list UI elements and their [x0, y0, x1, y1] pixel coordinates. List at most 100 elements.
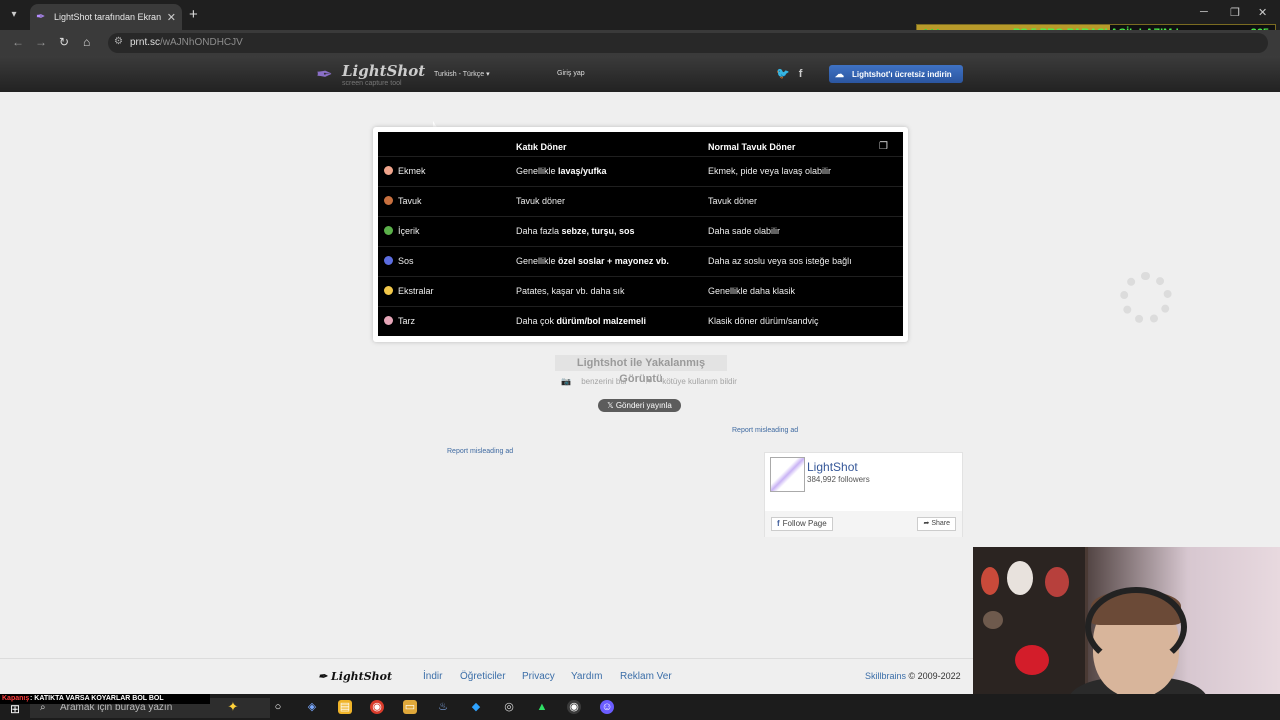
report-abuse-link[interactable]: ⚑ kötüye kullanım bildir [645, 377, 745, 386]
site-header: ✒ LightShot screen capture tool Turkish … [0, 56, 1280, 92]
skillbrains-link[interactable]: Skillbrains [865, 671, 906, 681]
row-emoji-icon [384, 166, 393, 175]
address-bar-row: ← → ↻ ⌂ ⚙ prnt.sc/wAJNhONDHCJV [0, 30, 1280, 56]
home-icon[interactable]: ⌂ [83, 35, 90, 49]
back-icon[interactable]: ← [12, 35, 24, 49]
sparkle-icon: ✦ [227, 699, 239, 714]
footer-link-download[interactable]: İndir [423, 671, 442, 682]
logo-tagline: screen capture tool [342, 80, 402, 87]
report-ad-link[interactable]: Report misleading ad [447, 448, 513, 455]
row-label: Tarz [384, 316, 415, 326]
follow-page-button[interactable]: f Follow Page [771, 517, 833, 531]
row-label-text: Ekstralar [398, 286, 434, 296]
minimize-icon[interactable]: ─ [1200, 6, 1208, 18]
tab-close-icon[interactable]: ✕ [167, 11, 176, 24]
report-ad-link[interactable]: Report misleading ad [732, 427, 798, 434]
ticker-label: Kapanış [2, 695, 30, 702]
footer-link-help[interactable]: Yardım [571, 671, 603, 682]
comparison-table: Katık Döner Normal Tavuk Döner ❐ Ekmek Ge… [378, 132, 903, 336]
nvidia-icon[interactable]: ▲ [535, 700, 549, 714]
forward-icon[interactable]: → [35, 35, 47, 49]
row-emoji-icon [384, 226, 393, 235]
steam-icon[interactable]: ♨ [436, 700, 450, 714]
file-explorer-icon[interactable]: ▤ [338, 700, 352, 714]
login-link[interactable]: Giriş yap [557, 70, 585, 77]
footer-logo[interactable]: ✒ LightShot [318, 670, 392, 683]
find-similar-link[interactable]: 📷 benzerini bul [561, 377, 635, 386]
red-ball-toy [1015, 645, 1049, 675]
copyright: Skillbrains © 2009-2022 [865, 671, 961, 681]
copy-icon: ❐ [879, 141, 888, 152]
report-abuse-label: kötüye kullanım bildir [662, 377, 737, 386]
camera-icon: 📷 [561, 377, 571, 386]
url-host: prnt.sc [130, 37, 161, 48]
katik-cell-text: Tavuk döner [516, 196, 566, 206]
katik-cell-text: Daha çok [516, 316, 557, 326]
tweet-button[interactable]: 𝕏 Gönderi yayınla [598, 399, 681, 412]
normal-cell: Daha sade olabilir [708, 226, 781, 236]
katik-cell-text: Genellikle [516, 166, 559, 176]
windows-start-icon[interactable]: ⊞ [10, 702, 20, 716]
row-label: İçerik [384, 226, 420, 236]
window-close-icon[interactable]: ✕ [1258, 6, 1267, 19]
app-icon[interactable]: ◆ [469, 700, 483, 714]
col-header-normal: Normal Tavuk Döner [708, 142, 796, 152]
reload-icon[interactable]: ↻ [59, 35, 69, 49]
widget-app-icon[interactable]: ◈ [305, 700, 319, 714]
katik-cell: Tavuk döner [516, 196, 565, 206]
footer-link-privacy[interactable]: Privacy [522, 671, 555, 682]
url-field[interactable]: ⚙ prnt.sc/wAJNhONDHCJV [108, 33, 1268, 53]
restore-icon[interactable]: ❐ [1230, 6, 1240, 19]
twitter-icon[interactable]: 🐦 [776, 68, 790, 80]
flag-icon: ⚑ [644, 377, 652, 386]
katik-cell: Patates, kaşar vb. daha sık [516, 286, 625, 296]
loading-spinner-icon [1120, 272, 1172, 324]
fb-page-name[interactable]: LightShot [807, 460, 858, 474]
katik-cell-bold: dürüm/bol malzemeli [556, 316, 647, 326]
row-label: Ekmek [384, 166, 426, 176]
find-similar-label: benzerini bul [581, 377, 627, 386]
table-row: Tarz Daha çok dürüm/bol malzemeli Klasik d… [378, 306, 903, 336]
plush-toy [1007, 561, 1033, 595]
row-label-text: Tarz [398, 316, 416, 326]
game-app-icon[interactable]: ◎ [502, 700, 516, 714]
fb-followers: 384,992 followers [807, 475, 870, 484]
footer-logo-text: LightShot [331, 670, 393, 683]
table-row: Ekmek Genellikle lavaş/yufka Ekmek, pide v… [378, 156, 903, 186]
katik-cell-bold: özel soslar + mayonez vb. [558, 256, 669, 266]
row-label-text: Ekmek [398, 166, 426, 176]
figure-toy [1045, 567, 1069, 597]
download-button[interactable]: ☁ Lightshot'ı ücretsiz indirin [829, 65, 963, 83]
share-icon: ➦ [923, 520, 930, 527]
share-label: Share [931, 520, 950, 527]
katik-cell-bold: sebze, turşu, sos [561, 226, 635, 236]
ticker-text: : KATIKTA VARSA KOYARLAR BOL BOL [30, 695, 164, 702]
page-caption: Lightshot ile Yakalanmış Görüntü [555, 355, 727, 385]
social-links: 🐦 f [776, 67, 802, 80]
katik-cell: Daha çok dürüm/bol malzemeli [516, 316, 646, 326]
footer-link-advertise[interactable]: Reklam Ver [620, 671, 672, 682]
folder-icon[interactable]: ▭ [403, 700, 417, 714]
screenshot-image[interactable]: Katık Döner Normal Tavuk Döner ❐ Ekmek Ge… [373, 127, 908, 342]
language-select[interactable]: Turkish - Türkçe ▾ [434, 70, 490, 78]
new-tab-button[interactable]: + [189, 6, 198, 23]
page-avatar[interactable] [770, 457, 805, 492]
katik-cell-text: Patates, kaşar vb. daha sık [516, 286, 625, 296]
shelf-item [983, 611, 1003, 629]
discord-icon[interactable]: ☺ [600, 700, 614, 714]
browser-tab[interactable]: ✒ LightShot tarafından Ekran Görüntüsü ✕ [30, 4, 182, 30]
facebook-icon[interactable]: f [799, 68, 803, 80]
row-label: Tavuk [384, 196, 422, 206]
row-emoji-icon [384, 316, 393, 325]
cortana-icon[interactable]: ○ [271, 700, 285, 714]
row-label: Ekstralar [384, 286, 434, 296]
tab-search-chevron-icon[interactable]: ▾ [6, 7, 22, 23]
share-button[interactable]: ➦ Share [917, 517, 956, 531]
tab-title: LightShot tarafından Ekran Görüntüsü [54, 12, 163, 22]
table-row: Sos Genellikle özel soslar + mayonez vb. D… [378, 246, 903, 276]
image-actions: 📷 benzerini bul ⚑ kötüye kullanım bildir [561, 377, 753, 386]
chrome-icon[interactable]: ◉ [370, 700, 384, 714]
footer-link-tutorials[interactable]: Öğreticiler [460, 671, 506, 682]
chrome-active-icon[interactable]: ◉ [567, 700, 581, 714]
site-info-icon[interactable]: ⚙ [114, 36, 123, 47]
